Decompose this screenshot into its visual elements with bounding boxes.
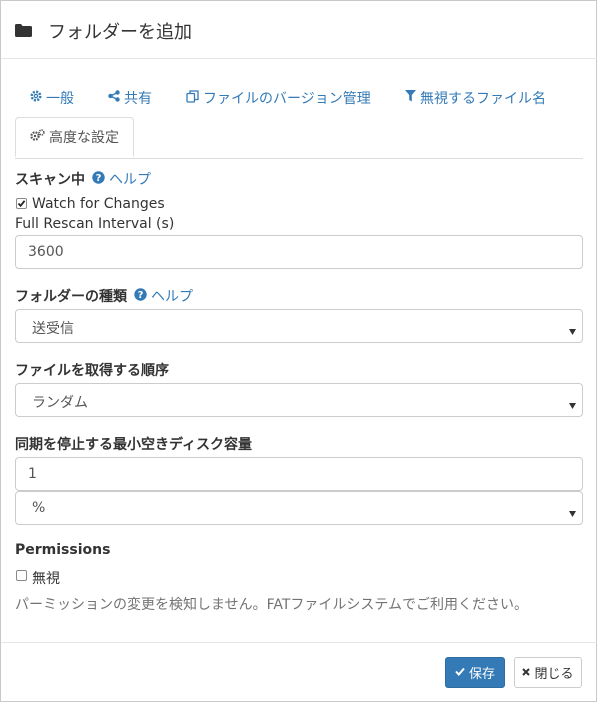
tab-general[interactable]: 一般 <box>30 88 74 108</box>
filter-icon <box>405 90 416 106</box>
share-icon <box>108 90 120 106</box>
svg-text:?: ? <box>138 290 144 301</box>
save-button[interactable]: 保存 <box>445 657 505 688</box>
min-disk-free-label: 同期を停止する最小空きディスク容量 <box>15 437 253 453</box>
close-icon <box>522 665 531 680</box>
folder-type-select[interactable]: 送受信 <box>15 309 583 343</box>
check-icon <box>455 665 465 680</box>
tab-label: 高度な設定 <box>49 130 119 146</box>
tab-bar: 一般 共有 ファイルのバージョン管理 無視するファイル名 高度な設定 <box>15 80 583 159</box>
question-circle-icon: ? <box>134 287 147 305</box>
pull-order-label: ファイルを取得する順序 <box>15 363 169 379</box>
dialog-header: フォルダーを追加 <box>1 1 597 59</box>
tab-label: ファイルのバージョン管理 <box>203 91 371 107</box>
caret-down-icon <box>569 397 576 413</box>
footer-divider <box>1 642 597 643</box>
watch-changes-label: Watch for Changes <box>32 196 165 212</box>
dialog-title: フォルダーを追加 <box>48 22 192 43</box>
close-button[interactable]: 閉じる <box>514 657 582 688</box>
tab-versioning[interactable]: ファイルのバージョン管理 <box>186 88 371 108</box>
gears-icon <box>30 129 45 145</box>
min-disk-free-unit-select[interactable]: % <box>15 491 583 525</box>
select-value: ランダム <box>32 395 88 411</box>
ignore-permissions-checkbox[interactable] <box>16 570 27 581</box>
select-value: % <box>32 500 46 516</box>
caret-down-icon <box>569 505 576 521</box>
gear-icon <box>30 90 42 106</box>
permissions-help-text: パーミッションの変更を検知しません。FATファイルシステムでご利用ください。 <box>15 597 528 613</box>
copy-icon <box>186 89 199 107</box>
tab-label: 一般 <box>46 91 74 107</box>
select-value: 送受信 <box>32 321 74 337</box>
button-label: 閉じる <box>534 667 574 682</box>
ignore-permissions-label: 無視 <box>32 571 60 587</box>
folder-type-help-link[interactable]: ? ヘルプ <box>134 286 193 306</box>
folder-type-label: フォルダーの種類 <box>15 289 127 305</box>
scanning-label: スキャン中 <box>15 172 85 188</box>
tab-label: 共有 <box>124 91 152 107</box>
tab-advanced[interactable]: 高度な設定 <box>15 117 134 157</box>
add-folder-dialog: フォルダーを追加 一般 共有 ファイルのバージョン管理 無視するファイル名 高度… <box>0 0 597 702</box>
permissions-label: Permissions <box>15 542 111 558</box>
caret-down-icon <box>569 323 576 339</box>
folder-icon <box>15 24 32 41</box>
help-label: ヘルプ <box>151 289 193 305</box>
min-disk-free-input[interactable] <box>15 457 583 491</box>
tab-label: 無視するファイル名 <box>420 91 546 107</box>
rescan-interval-label: Full Rescan Interval (s) <box>15 216 175 232</box>
scanning-help-link[interactable]: ? ヘルプ <box>92 169 151 189</box>
button-label: 保存 <box>468 667 495 682</box>
pull-order-select[interactable]: ランダム <box>15 383 583 417</box>
tab-ignore-patterns[interactable]: 無視するファイル名 <box>405 88 546 108</box>
question-circle-icon: ? <box>92 170 105 188</box>
svg-text:?: ? <box>96 173 102 184</box>
watch-changes-checkbox[interactable] <box>16 198 27 209</box>
help-label: ヘルプ <box>109 172 151 188</box>
tab-sharing[interactable]: 共有 <box>108 88 152 108</box>
rescan-interval-input[interactable] <box>15 235 583 269</box>
